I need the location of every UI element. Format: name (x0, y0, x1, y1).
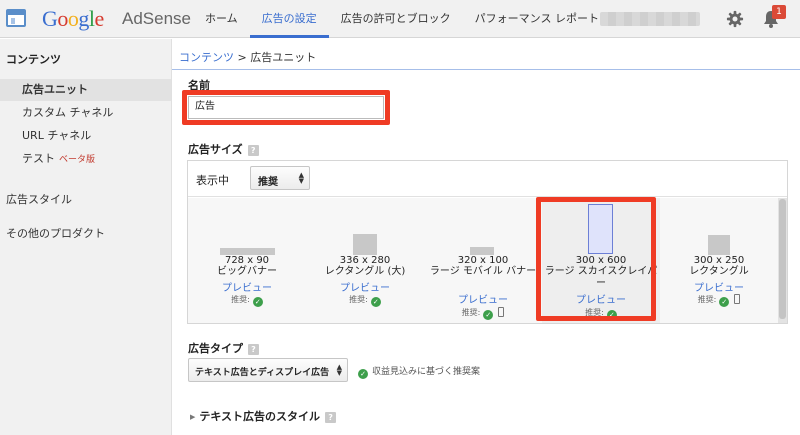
breadcrumb-content-link[interactable]: コンテンツ (179, 51, 234, 64)
nav-home[interactable]: ホーム (193, 0, 250, 38)
highlight-selected-size (536, 197, 656, 321)
breadcrumb: コンテンツ > 広告ユニット (179, 51, 317, 64)
check-icon: ✓ (358, 369, 368, 379)
preview-link[interactable]: プレビュー (306, 279, 424, 294)
notification-badge[interactable]: 1 (772, 5, 786, 19)
gear-icon[interactable] (726, 10, 744, 28)
ad-size-panel: 表示中 推奨 ▲ ▼ 728 x 90 ビッグバナー プレビュー 推奨: ✓ 336… (187, 160, 788, 324)
ad-size-card-336x280[interactable]: 336 x 280 レクタングル (大) プレビュー 推奨: ✓ (306, 198, 424, 323)
cards-scrollbar[interactable] (778, 198, 787, 323)
sidebar-item-custom-channels[interactable]: カスタム チャネル (0, 102, 171, 124)
filter-select[interactable]: 推奨 ▲ ▼ (250, 166, 310, 190)
scrollbar-thumb[interactable] (779, 199, 786, 319)
check-icon: ✓ (483, 310, 494, 320)
mobile-icon (734, 294, 741, 304)
help-icon[interactable]: ? (325, 412, 337, 423)
main-content: コンテンツ > 広告ユニット 名前 広告 広告サイズ? 表示中 推奨 ▲ ▼ 72… (172, 39, 800, 435)
ad-size-shape (220, 248, 275, 255)
ad-size-card-300x250[interactable]: 300 x 250 レクタングル プレビュー 推奨: ✓ (660, 198, 778, 323)
main-nav: ホーム 広告の設定 広告の許可とブロック パフォーマンス レポート (193, 0, 611, 38)
select-arrows-icon: ▲ ▼ (298, 171, 304, 185)
preview-link[interactable]: プレビュー (424, 291, 542, 306)
ad-size-card-320x100[interactable]: 320 x 100 ラージ モバイル バナー プレビュー 推奨: ✓ (424, 198, 542, 323)
ad-size-card-728x90[interactable]: 728 x 90 ビッグバナー プレビュー 推奨: ✓ (188, 198, 306, 323)
sidebar-section-content[interactable]: コンテンツ (6, 51, 61, 67)
sidebar-item-url-channels[interactable]: URL チャネル (0, 125, 171, 147)
ad-type-note: ✓ 収益見込みに基づく推奨案 (358, 364, 480, 379)
sidebar-item-test[interactable]: テスト ベータ版 (0, 148, 171, 170)
help-icon[interactable]: ? (247, 145, 259, 156)
select-arrows-icon: ▲ ▼ (336, 363, 342, 377)
sidebar: コンテンツ 広告ユニット カスタム チャネル URL チャネル テスト ベータ版 … (0, 39, 172, 435)
nav-allow-block[interactable]: 広告の許可とブロック (329, 0, 463, 38)
ad-size-toolbar: 表示中 推奨 ▲ ▼ (188, 161, 787, 197)
product-name: AdSense (122, 9, 191, 28)
nav-performance[interactable]: パフォーマンス レポート (463, 0, 611, 38)
triangle-right-icon: ▶ (190, 413, 196, 421)
sidebar-item-ad-units[interactable]: 広告ユニット (0, 79, 171, 101)
preview-link[interactable]: プレビュー (188, 279, 306, 294)
sidebar-item-ad-styles[interactable]: 広告スタイル (6, 191, 72, 207)
top-bar: Google AdSense ホーム 広告の設定 広告の許可とブロック パフォー… (0, 0, 800, 38)
ad-size-cards: 728 x 90 ビッグバナー プレビュー 推奨: ✓ 336 x 280 レクタ… (188, 198, 787, 323)
breadcrumb-current: 広告ユニット (250, 51, 317, 64)
text-ad-style-toggle[interactable]: ▶ テキスト広告のスタイル? (190, 408, 337, 424)
ad-type-label: 広告タイプ? (188, 340, 259, 356)
check-icon: ✓ (370, 297, 381, 307)
ad-size-shape (708, 235, 730, 255)
filter-label: 表示中 (196, 174, 229, 187)
breadcrumb-divider (172, 69, 800, 70)
check-icon: ✓ (252, 297, 263, 307)
help-icon[interactable]: ? (248, 344, 259, 355)
sidebar-item-other-products[interactable]: その他のプロダクト (6, 225, 105, 241)
ad-size-shape (353, 234, 377, 255)
ad-type-select[interactable]: テキスト広告とディスプレイ広告 ▲ ▼ (188, 358, 348, 382)
ad-size-shape (470, 247, 494, 255)
name-input[interactable]: 広告 (188, 96, 384, 119)
mobile-icon (498, 307, 505, 317)
apps-icon[interactable] (6, 9, 26, 27)
nav-ad-settings[interactable]: 広告の設定 (249, 0, 329, 38)
ad-size-label: 広告サイズ? (188, 141, 259, 157)
beta-badge: ベータ版 (59, 155, 96, 165)
preview-link[interactable]: プレビュー (660, 279, 778, 294)
google-logo[interactable]: Google (42, 6, 104, 32)
check-icon: ✓ (719, 297, 730, 307)
account-blurred[interactable] (600, 12, 700, 26)
